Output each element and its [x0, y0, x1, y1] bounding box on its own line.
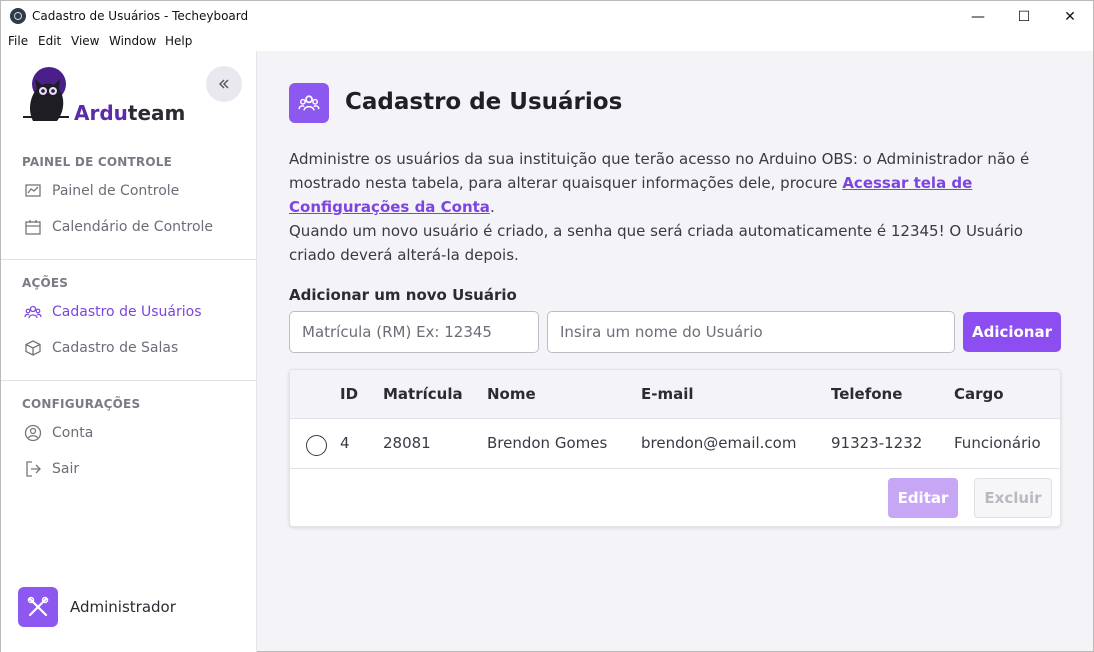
close-button[interactable]: ✕: [1047, 1, 1093, 32]
window-titlebar: Cadastro de Usuários - Techeyboard — ☐ ✕: [0, 0, 1094, 31]
close-icon: ✕: [1064, 8, 1076, 25]
row-select-radio[interactable]: [306, 435, 327, 456]
nav-label: Conta: [52, 425, 94, 441]
nav-label: Cadastro de Usuários: [52, 304, 202, 320]
cell-matricula: 28081: [383, 434, 431, 452]
window-title: Cadastro de Usuários - Techeyboard: [32, 9, 249, 23]
nav-item-calendario-de-controle[interactable]: Calendário de Controle: [22, 216, 213, 238]
menu-bar: File Edit View Window Help: [0, 31, 1094, 51]
section-title-acoes: AÇÕES: [22, 276, 69, 290]
menu-edit[interactable]: Edit: [38, 34, 61, 48]
menu-window[interactable]: Window: [109, 34, 156, 48]
description-text: .: [489, 198, 495, 216]
delete-button[interactable]: Excluir: [974, 478, 1052, 518]
minimize-icon: —: [971, 8, 985, 25]
calendar-icon: [22, 216, 44, 238]
menu-help[interactable]: Help: [165, 34, 192, 48]
cell-id: 4: [340, 434, 350, 452]
cell-cargo: Funcionário: [954, 434, 1041, 452]
menu-view[interactable]: View: [71, 34, 99, 48]
cell-nome: Brendon Gomes: [487, 434, 608, 452]
owl-logo-icon: [23, 67, 69, 121]
minimize-button[interactable]: —: [955, 1, 1001, 32]
menu-file[interactable]: File: [8, 34, 28, 48]
page-title: Cadastro de Usuários: [345, 89, 623, 115]
tools-icon: [27, 596, 49, 617]
column-header-email: E-mail: [641, 385, 694, 403]
chevrons-left-icon: [219, 79, 229, 89]
column-header-telefone: Telefone: [831, 385, 903, 403]
sidebar-divider: [1, 380, 257, 381]
nav-label: Calendário de Controle: [52, 219, 214, 235]
cell-email: brendon@email.com: [641, 434, 797, 452]
nav-label: Sair: [52, 461, 80, 477]
nav-item-conta[interactable]: Conta: [22, 422, 93, 444]
column-header-nome: Nome: [487, 385, 536, 403]
row-divider: [290, 468, 1060, 469]
nav-label: Painel de Controle: [52, 183, 180, 199]
maximize-icon: ☐: [1017, 8, 1031, 25]
form-label: Adicionar um novo Usuário: [289, 286, 517, 304]
users-icon: [289, 83, 329, 123]
column-header-cargo: Cargo: [954, 385, 1004, 403]
main-content: Cadastro de Usuários Administre os usuár…: [257, 51, 1094, 652]
sidebar: Arduteam PAINEL DE CONTROLE Painel de Co…: [0, 51, 257, 652]
edit-button[interactable]: Editar: [888, 478, 958, 518]
nav-item-sair[interactable]: Sair: [22, 458, 79, 480]
cell-telefone: 91323-1232: [831, 434, 923, 452]
users-table: ID Matrícula Nome E-mail Telefone Cargo …: [289, 369, 1061, 527]
chart-icon: [22, 180, 44, 202]
logout-icon: [22, 458, 44, 480]
nav-item-painel-de-controle[interactable]: Painel de Controle: [22, 180, 179, 202]
nav-item-cadastro-de-salas[interactable]: Cadastro de Salas: [22, 337, 178, 359]
section-title-painel: PAINEL DE CONTROLE: [22, 155, 172, 169]
section-title-configuracoes: CONFIGURAÇÕES: [22, 397, 141, 411]
cube-icon: [22, 337, 44, 359]
table-header: ID Matrícula Nome E-mail Telefone Cargo: [290, 370, 1060, 419]
avatar[interactable]: [18, 587, 58, 627]
collapse-sidebar-button[interactable]: [206, 66, 242, 102]
sidebar-divider: [1, 259, 257, 260]
matricula-input[interactable]: [289, 311, 539, 353]
column-header-matricula: Matrícula: [383, 385, 463, 403]
nav-label: Cadastro de Salas: [52, 340, 179, 356]
user-name-input[interactable]: [547, 311, 955, 353]
page-description: Administre os usuários da sua instituiçã…: [289, 147, 1069, 267]
logo-suffix: team: [127, 101, 186, 125]
user-circle-icon: [22, 422, 44, 444]
users-icon: [22, 301, 44, 323]
nav-item-cadastro-de-usuarios[interactable]: Cadastro de Usuários: [22, 301, 202, 323]
add-user-button[interactable]: Adicionar: [963, 312, 1061, 352]
user-name: Administrador: [70, 598, 176, 616]
description-text: Quando um novo usuário é criado, a senha…: [289, 222, 1023, 264]
logo-prefix: Ardu: [74, 101, 128, 125]
column-header-id: ID: [340, 385, 359, 403]
app-logo-text: Arduteam: [74, 101, 185, 125]
app-icon: [10, 8, 26, 24]
maximize-button[interactable]: ☐: [1001, 1, 1047, 32]
